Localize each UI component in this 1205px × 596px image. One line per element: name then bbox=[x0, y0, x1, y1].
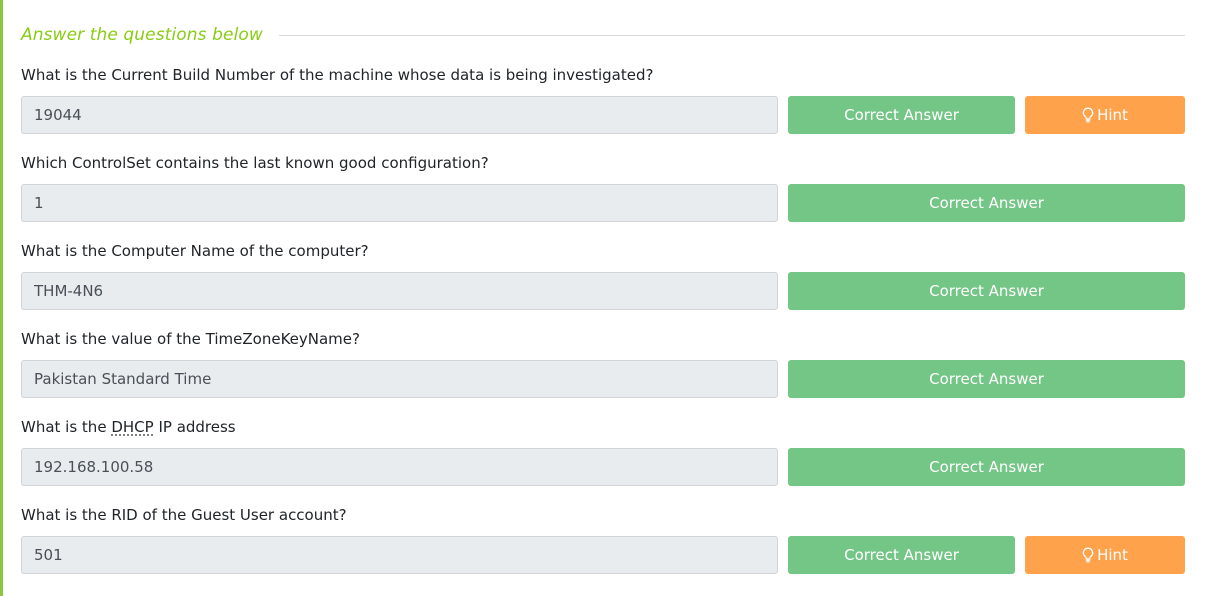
answer-field[interactable] bbox=[21, 184, 778, 222]
correct-answer-button[interactable]: Correct Answer bbox=[788, 360, 1185, 398]
answer-row: Correct Answer bbox=[21, 360, 1185, 398]
correct-answer-button[interactable]: Correct Answer bbox=[788, 448, 1185, 486]
question-block: What is the DHCP IP address Correct Answ… bbox=[21, 416, 1185, 486]
answer-field[interactable] bbox=[21, 272, 778, 310]
section-divider bbox=[278, 34, 1185, 36]
section-header: Answer the questions below bbox=[21, 22, 1185, 48]
lightbulb-icon bbox=[1082, 107, 1094, 123]
correct-answer-button[interactable]: Correct Answer bbox=[788, 184, 1185, 222]
answer-row: Correct Answer Hint bbox=[21, 96, 1185, 134]
question-text: What is the value of the TimeZoneKeyName… bbox=[21, 330, 360, 348]
section-title: Answer the questions below bbox=[21, 25, 263, 45]
question-text: What is the Computer Name of the compute… bbox=[21, 242, 369, 260]
answer-row: Correct Answer bbox=[21, 272, 1185, 310]
answer-field[interactable] bbox=[21, 360, 778, 398]
question-text: What is the Current Build Number of the … bbox=[21, 66, 654, 84]
task-answers-panel: Answer the questions below What is the C… bbox=[0, 0, 1205, 596]
hint-label: Hint bbox=[1097, 106, 1128, 124]
hint-label: Hint bbox=[1097, 546, 1128, 564]
question-text-start: What is the bbox=[21, 418, 112, 436]
answer-row: Correct Answer Hint bbox=[21, 536, 1185, 574]
answer-field[interactable] bbox=[21, 96, 778, 134]
question-text: What is the RID of the Guest User accoun… bbox=[21, 506, 347, 524]
correct-answer-button[interactable]: Correct Answer bbox=[788, 96, 1015, 134]
question-text: What is the DHCP IP address bbox=[21, 416, 1185, 438]
correct-answer-button[interactable]: Correct Answer bbox=[788, 272, 1185, 310]
question-text: Which ControlSet contains the last known… bbox=[21, 154, 489, 172]
hint-button[interactable]: Hint bbox=[1025, 96, 1185, 134]
question-block: What is the value of the TimeZoneKeyName… bbox=[21, 328, 1185, 398]
question-block: What is the RID of the Guest User accoun… bbox=[21, 504, 1185, 574]
lightbulb-icon bbox=[1082, 547, 1094, 563]
hint-button[interactable]: Hint bbox=[1025, 536, 1185, 574]
answer-row: Correct Answer bbox=[21, 184, 1185, 222]
question-block: What is the Current Build Number of the … bbox=[21, 64, 1185, 134]
dhcp-abbreviation[interactable]: DHCP bbox=[111, 418, 153, 436]
question-block: Which ControlSet contains the last known… bbox=[21, 152, 1185, 222]
question-block: What is the Computer Name of the compute… bbox=[21, 240, 1185, 310]
answer-field[interactable] bbox=[21, 448, 778, 486]
answer-row: Correct Answer bbox=[21, 448, 1185, 486]
answer-field[interactable] bbox=[21, 536, 778, 574]
question-text-end: IP address bbox=[153, 418, 236, 436]
correct-answer-button[interactable]: Correct Answer bbox=[788, 536, 1015, 574]
